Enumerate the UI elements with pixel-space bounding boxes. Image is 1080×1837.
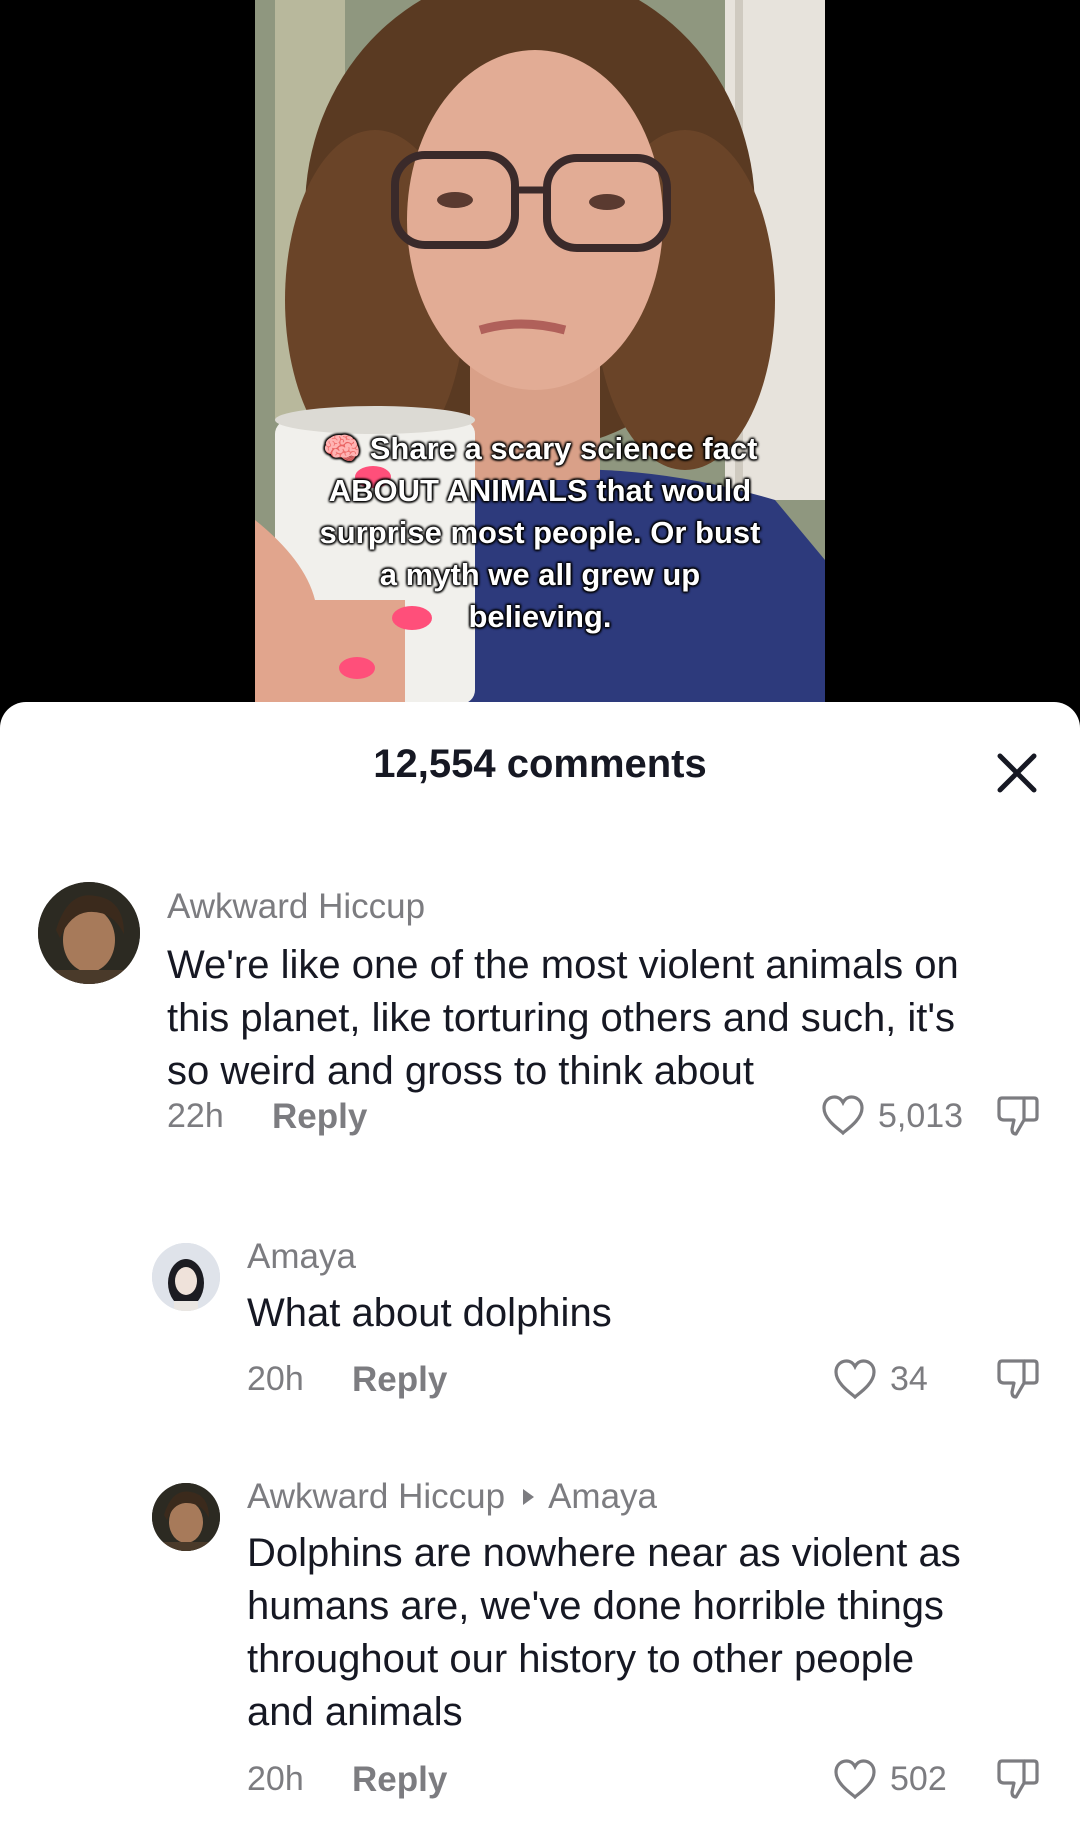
caption-line: ABOUT ANIMALS that would (328, 473, 752, 508)
video-area[interactable]: 🧠 Share a scary science fact ABOUT ANIMA… (0, 0, 1080, 730)
comment-text-line: so weird and gross to think about (167, 1049, 755, 1093)
comment-text-line: What about dolphins (247, 1291, 612, 1335)
reply-button[interactable]: Reply (352, 1760, 447, 1800)
avatar[interactable] (152, 1243, 220, 1311)
caption-line: 🧠 Share a scary science fact (322, 431, 758, 466)
reply-button[interactable]: Reply (272, 1097, 367, 1137)
comment-text-line: humans are, we've done horrible things (247, 1584, 944, 1628)
comment-username[interactable]: Amaya (247, 1237, 356, 1277)
heart-icon[interactable] (832, 1758, 878, 1800)
avatar-image (152, 1483, 220, 1551)
like-count: 502 (890, 1760, 947, 1798)
dislike-icon[interactable] (994, 1092, 1042, 1140)
comment-text-line: throughout our history to other people (247, 1637, 915, 1681)
comment-item: Awkward Hiccup We're like one of the mos… (0, 882, 1080, 1142)
comment-text-line: this planet, like torturing others and s… (167, 996, 956, 1040)
comments-sheet: 12,554 comments Awkward Hiccup We're lik… (0, 702, 1080, 1837)
comment-timestamp: 20h (247, 1360, 304, 1398)
comment-username[interactable]: Awkward Hiccup Amaya (247, 1477, 657, 1517)
heart-icon[interactable] (832, 1358, 878, 1400)
reply-to-user[interactable]: Amaya (548, 1477, 657, 1516)
video-caption: 🧠 Share a scary science fact ABOUT ANIMA… (255, 428, 825, 638)
comment-text-line: and animals (247, 1690, 463, 1734)
avatar[interactable] (38, 882, 140, 984)
dislike-icon[interactable] (994, 1355, 1042, 1403)
comment-text-line: We're like one of the most violent anima… (167, 943, 959, 987)
comment-reply-item: Awkward Hiccup Amaya Dolphins are nowhere… (0, 1477, 1080, 1807)
close-icon[interactable] (990, 746, 1044, 800)
comment-username[interactable]: Awkward Hiccup (167, 887, 425, 927)
comment-text: What about dolphins (247, 1287, 1047, 1340)
video-frame[interactable]: 🧠 Share a scary science fact ABOUT ANIMA… (255, 0, 825, 704)
comment-author[interactable]: Awkward Hiccup (247, 1477, 505, 1516)
comment-reply-item: Amaya What about dolphins 20h Reply 34 (0, 1237, 1080, 1417)
comment-timestamp: 20h (247, 1760, 304, 1798)
reply-button[interactable]: Reply (352, 1360, 447, 1400)
comment-text: Dolphins are nowhere near as violent as … (247, 1527, 1047, 1739)
close-button[interactable] (990, 746, 1044, 800)
comments-header: 12,554 comments (0, 702, 1080, 828)
avatar[interactable] (152, 1483, 220, 1551)
avatar-image (152, 1243, 220, 1311)
like-count: 34 (890, 1360, 928, 1398)
caption-line: believing. (468, 599, 612, 634)
like-count: 5,013 (878, 1097, 964, 1135)
reply-arrow-icon (523, 1489, 535, 1506)
avatar-image (38, 882, 140, 984)
comment-text-line: Dolphins are nowhere near as violent as (247, 1531, 961, 1575)
heart-icon[interactable] (820, 1094, 866, 1136)
dislike-icon[interactable] (994, 1755, 1042, 1803)
caption-line: surprise most people. Or bust (319, 515, 761, 550)
comment-text: We're like one of the most violent anima… (167, 939, 1057, 1098)
comments-count-title: 12,554 comments (373, 742, 707, 786)
comment-timestamp: 22h (167, 1097, 224, 1135)
caption-line: a myth we all grew up (379, 557, 701, 592)
